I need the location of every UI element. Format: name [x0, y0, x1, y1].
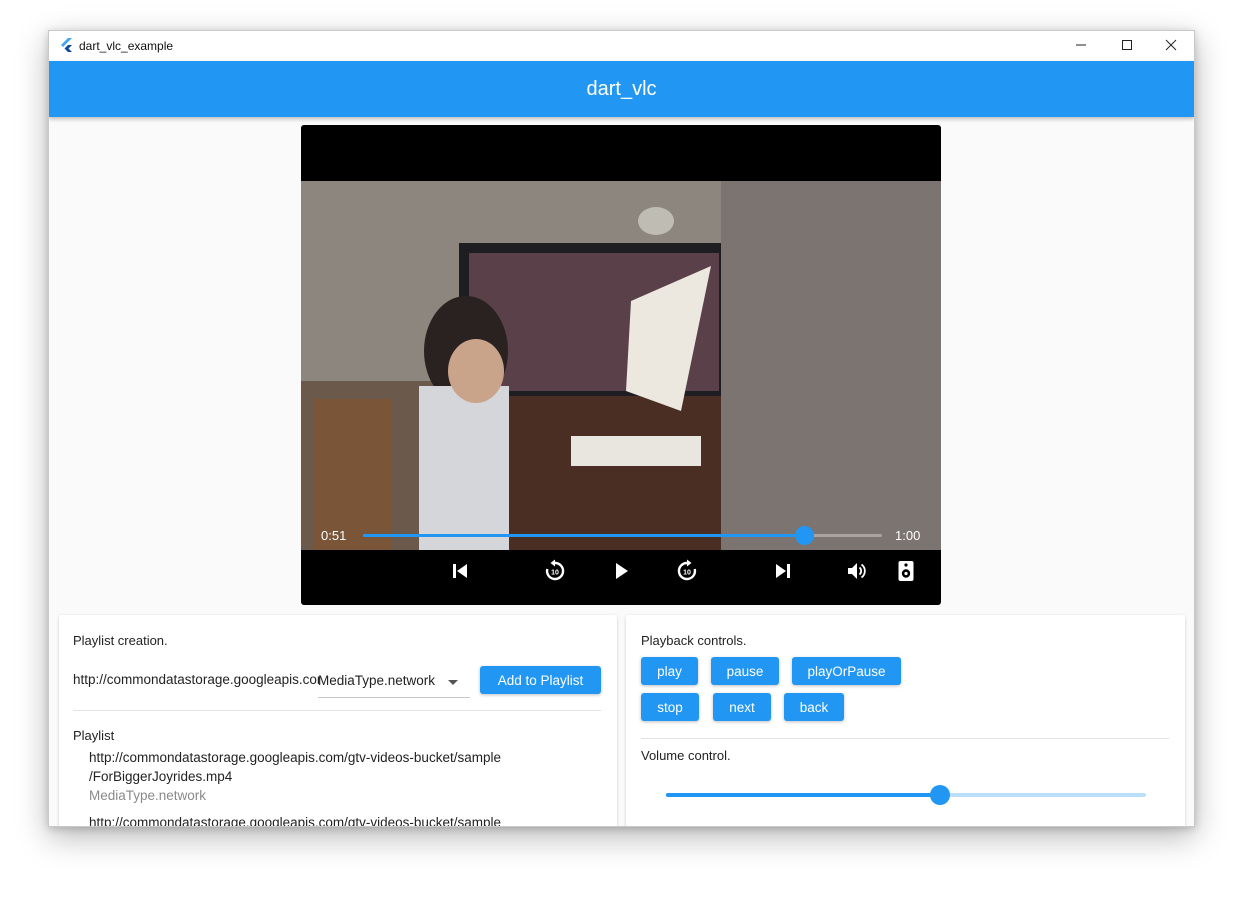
divider: [641, 738, 1169, 739]
video-player[interactable]: 0:51 1:00 10 10: [301, 125, 941, 605]
replay-10-icon: 10: [543, 559, 567, 588]
volume-button[interactable]: [842, 559, 870, 587]
video-frame[interactable]: [301, 181, 941, 550]
next-button[interactable]: next: [713, 693, 771, 721]
volume-slider-thumb[interactable]: [929, 785, 950, 805]
maximize-button[interactable]: [1104, 31, 1150, 61]
back-button[interactable]: back: [784, 693, 844, 721]
playlist-creation-heading: Playlist creation.: [73, 633, 168, 648]
current-time: 0:51: [321, 528, 347, 543]
play-or-pause-button[interactable]: playOrPause: [792, 657, 901, 685]
close-button[interactable]: [1148, 31, 1194, 61]
playlist-item[interactable]: http://commondatastorage.googleapis.com/…: [89, 813, 501, 827]
playlist-item-url: http://commondatastorage.googleapis.com/…: [89, 815, 501, 827]
volume-control-heading: Volume control.: [641, 748, 731, 763]
forward-10-button[interactable]: 10: [673, 559, 701, 587]
volume-slider[interactable]: [666, 785, 1146, 805]
skip-next-button[interactable]: [769, 559, 797, 587]
svg-text:10: 10: [551, 569, 559, 576]
volume-icon: [845, 560, 867, 587]
playback-controls-heading: Playback controls.: [641, 633, 747, 648]
dropdown-arrow-icon: [448, 680, 458, 685]
title-bar: dart_vlc_example: [49, 31, 1194, 61]
svg-text:10: 10: [683, 569, 691, 576]
seek-bar-thumb[interactable]: [795, 526, 815, 545]
playlist-item-url-cont: /ForBiggerJoyrides.mp4: [89, 769, 233, 784]
minimize-button[interactable]: [1058, 31, 1104, 61]
divider: [73, 710, 601, 711]
total-duration: 1:00: [895, 528, 921, 543]
app-window: dart_vlc_example dart_vlc 0:51 1:00 10 1…: [48, 30, 1195, 827]
window-title: dart_vlc_example: [79, 39, 174, 53]
forward-10-icon: 10: [675, 559, 699, 588]
playlist-item[interactable]: http://commondatastorage.googleapis.com/…: [89, 748, 501, 805]
controls-card: Playback controls. play pause playOrPaus…: [626, 615, 1185, 826]
seek-bar-progress: [363, 534, 805, 537]
play-icon: [611, 561, 631, 586]
skip-previous-icon: [450, 561, 470, 586]
speaker-button[interactable]: [892, 559, 920, 587]
close-icon: [1165, 38, 1177, 54]
media-type-value: MediaType.network: [318, 673, 436, 688]
volume-slider-fill: [666, 793, 940, 797]
playlist-heading: Playlist: [73, 728, 115, 743]
minimize-icon: [1075, 38, 1087, 54]
speaker-icon: [897, 560, 915, 587]
pause-control-button[interactable]: pause: [711, 657, 779, 685]
playlist-item-url: http://commondatastorage.googleapis.com/…: [89, 750, 501, 765]
skip-previous-button[interactable]: [446, 559, 474, 587]
flutter-icon: [59, 37, 75, 53]
media-type-dropdown[interactable]: MediaType.network: [318, 667, 470, 698]
playlist-card: Playlist creation. http://commondatastor…: [59, 615, 617, 827]
maximize-icon: [1121, 38, 1133, 54]
seek-bar[interactable]: [363, 526, 882, 545]
url-input[interactable]: http://commondatastorage.googleapis.com/…: [73, 672, 321, 690]
app-bar: dart_vlc: [49, 61, 1194, 117]
skip-next-icon: [773, 561, 793, 586]
play-button[interactable]: [607, 559, 635, 587]
replay-10-button[interactable]: 10: [541, 559, 569, 587]
stop-button[interactable]: stop: [641, 693, 699, 721]
add-to-playlist-button[interactable]: Add to Playlist: [480, 666, 601, 694]
app-bar-title: dart_vlc: [586, 77, 657, 100]
playlist-item-type: MediaType.network: [89, 788, 207, 803]
play-control-button[interactable]: play: [641, 657, 698, 685]
